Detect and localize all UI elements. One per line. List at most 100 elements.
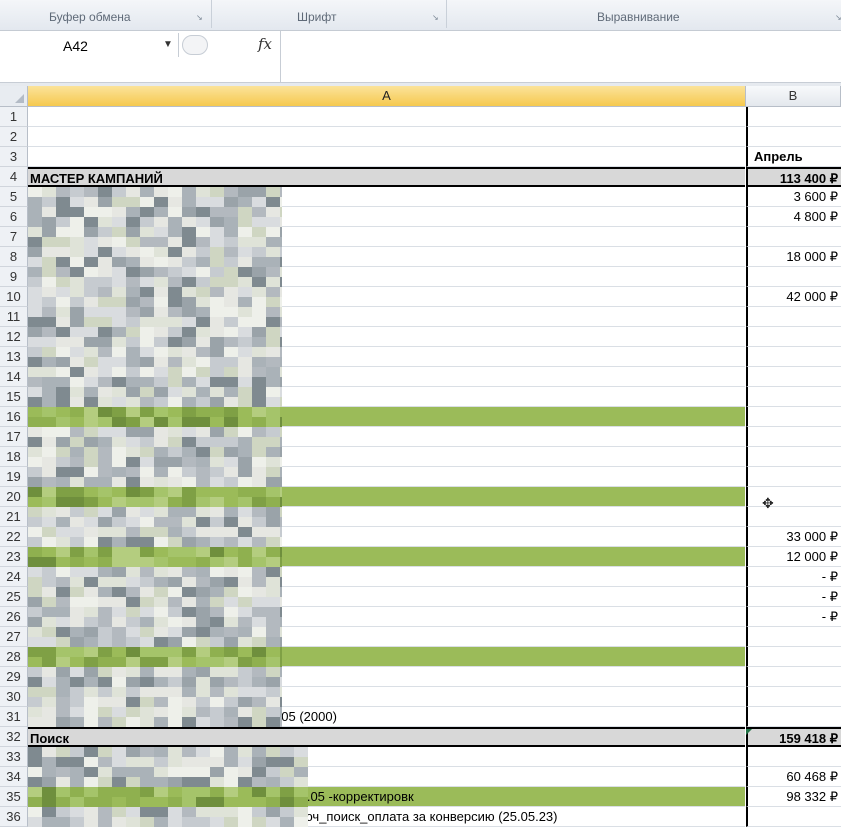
cell-b[interactable] (746, 807, 841, 827)
cell-b[interactable]: - ₽ (746, 567, 841, 587)
row-header[interactable]: 24 (0, 567, 28, 587)
redacted-area (28, 747, 308, 827)
cell-b[interactable]: 33 000 ₽ (746, 527, 841, 547)
cell-b[interactable] (746, 127, 841, 147)
dialog-launcher-icon[interactable]: ↘ (835, 13, 841, 22)
select-all-corner[interactable] (0, 86, 28, 107)
row-header[interactable]: 23 (0, 547, 28, 567)
cell-b[interactable] (746, 647, 841, 667)
cell-b[interactable]: Апрель (746, 147, 841, 167)
cell-a[interactable]: Поиск (28, 727, 745, 747)
row-header[interactable]: 33 (0, 747, 28, 767)
row-header[interactable]: 12 (0, 327, 28, 347)
row-header[interactable]: 26 (0, 607, 28, 627)
row-header[interactable]: 7 (0, 227, 28, 247)
ribbon-separator (211, 0, 212, 28)
cell-b[interactable]: 98 332 ₽ (746, 787, 841, 807)
cell-b[interactable]: 4 800 ₽ (746, 207, 841, 227)
column-header-a[interactable]: A (28, 86, 746, 107)
cell-b[interactable]: 159 418 ₽ (746, 727, 841, 747)
formula-bar-resize-icon[interactable] (182, 35, 208, 55)
row-header[interactable]: 14 (0, 367, 28, 387)
row-header[interactable]: 6 (0, 207, 28, 227)
cell-b[interactable] (746, 747, 841, 767)
row-header[interactable]: 22 (0, 527, 28, 547)
insert-function-icon[interactable]: fx (258, 35, 272, 53)
row-header[interactable]: 1 (0, 107, 28, 127)
cell-b[interactable] (746, 267, 841, 287)
cell-b[interactable]: 113 400 ₽ (746, 167, 841, 187)
cell-b[interactable]: 42 000 ₽ (746, 287, 841, 307)
row-header[interactable]: 3 (0, 147, 28, 167)
row-header[interactable]: 11 (0, 307, 28, 327)
cell-a[interactable]: МАСТЕР КАМПАНИЙ (28, 167, 745, 187)
row-header[interactable]: 25 (0, 587, 28, 607)
row-header[interactable]: 18 (0, 447, 28, 467)
cell-b[interactable]: 18 000 ₽ (746, 247, 841, 267)
cell-b[interactable] (746, 447, 841, 467)
ribbon-group-alignment: Выравнивание (597, 10, 680, 24)
row-header[interactable]: 5 (0, 187, 28, 207)
cell-b[interactable] (746, 387, 841, 407)
cell-a[interactable] (28, 107, 745, 127)
row-header[interactable]: 20 (0, 487, 28, 507)
table-row: 2 (0, 127, 841, 147)
cell-b[interactable] (746, 507, 841, 527)
cell-a[interactable] (28, 127, 745, 147)
cell-cursor-icon: ✥ (762, 495, 774, 511)
cell-b[interactable]: 60 468 ₽ (746, 767, 841, 787)
name-box[interactable]: A42 ▼ (0, 33, 179, 57)
cell-b[interactable] (746, 707, 841, 727)
row-header[interactable]: 28 (0, 647, 28, 667)
row-header[interactable]: 10 (0, 287, 28, 307)
row-header[interactable]: 29 (0, 667, 28, 687)
row-header[interactable]: 17 (0, 427, 28, 447)
cell-b[interactable] (746, 367, 841, 387)
cell-b[interactable] (746, 347, 841, 367)
cell-b[interactable] (746, 687, 841, 707)
row-header[interactable]: 31 (0, 707, 28, 727)
row-header[interactable]: 21 (0, 507, 28, 527)
chevron-down-icon[interactable]: ▼ (163, 39, 173, 50)
table-row: 32 Поиск 159 418 ₽ (0, 727, 841, 747)
dialog-launcher-icon[interactable]: ↘ (432, 13, 441, 22)
row-header[interactable]: 30 (0, 687, 28, 707)
cell-b[interactable] (746, 107, 841, 127)
name-box-value: A42 (63, 38, 88, 54)
cell-b[interactable] (746, 327, 841, 347)
select-all-icon (15, 94, 24, 103)
formula-bar-separator (280, 31, 281, 82)
cell-b[interactable] (746, 627, 841, 647)
dialog-launcher-icon[interactable]: ↘ (196, 13, 205, 22)
cell-b[interactable] (746, 307, 841, 327)
cell-b[interactable] (746, 467, 841, 487)
cell-b[interactable]: 12 000 ₽ (746, 547, 841, 567)
row-header[interactable]: 9 (0, 267, 28, 287)
comment-indicator-icon (746, 729, 752, 735)
row-header[interactable]: 15 (0, 387, 28, 407)
cell-text: Поиск (30, 731, 70, 746)
row-header[interactable]: 2 (0, 127, 28, 147)
formula-input[interactable] (285, 34, 835, 56)
row-header[interactable]: 27 (0, 627, 28, 647)
cell-b[interactable] (746, 407, 841, 427)
cell-b[interactable] (746, 227, 841, 247)
column-header-b[interactable]: B (746, 86, 841, 107)
cell-b[interactable]: - ₽ (746, 587, 841, 607)
redacted-area (28, 187, 282, 727)
cell-b[interactable]: 3 600 ₽ (746, 187, 841, 207)
row-header[interactable]: 35 (0, 787, 28, 807)
row-header[interactable]: 8 (0, 247, 28, 267)
row-header[interactable]: 19 (0, 467, 28, 487)
row-header[interactable]: 4 (0, 167, 28, 187)
row-header[interactable]: 13 (0, 347, 28, 367)
cell-a[interactable] (28, 147, 745, 167)
cell-b[interactable] (746, 427, 841, 447)
cell-b[interactable]: - ₽ (746, 607, 841, 627)
row-header[interactable]: 34 (0, 767, 28, 787)
row-header[interactable]: 16 (0, 407, 28, 427)
cell-b[interactable] (746, 487, 841, 507)
row-header[interactable]: 32 (0, 727, 28, 747)
cell-b[interactable] (746, 667, 841, 687)
row-header[interactable]: 36 (0, 807, 28, 827)
